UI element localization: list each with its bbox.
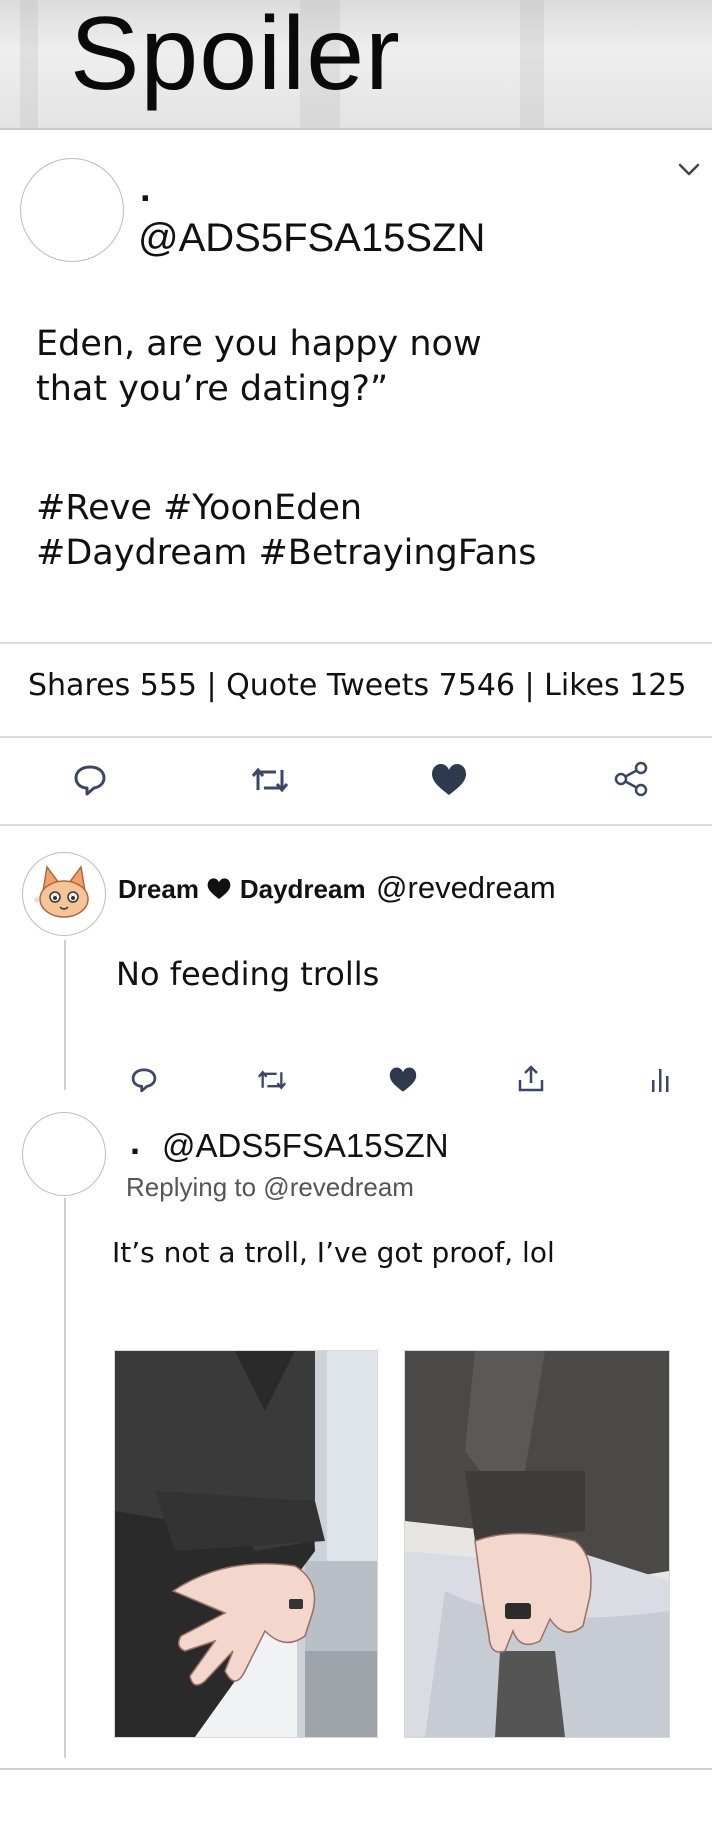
- heart-icon: [208, 878, 231, 899]
- retweet-icon[interactable]: [256, 1066, 288, 1094]
- heart-icon[interactable]: [388, 1066, 418, 1094]
- avatar[interactable]: ✧: [22, 852, 106, 936]
- hashtags-line-2[interactable]: #Daydream #BetrayingFans: [36, 531, 537, 576]
- spoiler-banner: Spoiler: [0, 0, 712, 130]
- retweet-icon[interactable]: [250, 762, 290, 798]
- divider: [0, 1768, 712, 1770]
- display-name-part-2: Daydream: [239, 874, 366, 904]
- user-handle[interactable]: @ADS5FSA15SZN: [138, 214, 485, 262]
- divider: [0, 642, 712, 644]
- divider: [0, 736, 712, 738]
- chevron-down-icon[interactable]: [676, 160, 702, 180]
- thread-line: [64, 940, 66, 1090]
- user-handle: @revedream: [376, 870, 556, 905]
- avatar[interactable]: [22, 1112, 106, 1196]
- tweet-text-line-2: that you’re dating?”: [36, 369, 389, 409]
- reply-icon[interactable]: [72, 762, 108, 798]
- hands-photo-right[interactable]: [404, 1350, 670, 1738]
- avatar[interactable]: [20, 158, 124, 262]
- display-name[interactable]: .: [140, 170, 151, 208]
- hands-photo-left[interactable]: [114, 1350, 378, 1738]
- svg-text:✧: ✧: [33, 896, 41, 906]
- heart-icon[interactable]: [430, 762, 468, 798]
- divider: [0, 824, 712, 826]
- reply-text: It’s not a troll, I’ve got proof, lol: [112, 1236, 555, 1269]
- reply-text: No feeding trolls: [116, 955, 380, 993]
- share-icon[interactable]: [612, 760, 650, 798]
- user-handle[interactable]: @ADS5FSA15SZN: [162, 1126, 449, 1166]
- display-name[interactable]: .: [130, 1122, 140, 1162]
- tweet-stats: Shares 555 | Quote Tweets 7546 | Likes 1…: [28, 668, 687, 703]
- upload-icon[interactable]: [516, 1064, 546, 1094]
- cat-avatar-icon: ✧: [24, 854, 104, 934]
- replying-to[interactable]: Replying to @revedream: [126, 1172, 414, 1203]
- thread-line: [64, 1198, 66, 1758]
- tweet-text-line-1: Eden, are you happy now: [36, 324, 482, 364]
- reply-icon[interactable]: [130, 1066, 158, 1094]
- reply-author[interactable]: Dream Daydream @revedream: [118, 870, 556, 906]
- display-name-part-1: Dream: [118, 874, 199, 904]
- banner-title: Spoiler: [70, 0, 401, 112]
- analytics-icon[interactable]: [650, 1066, 672, 1094]
- hashtags-line-1[interactable]: #Reve #YoonEden: [36, 486, 362, 531]
